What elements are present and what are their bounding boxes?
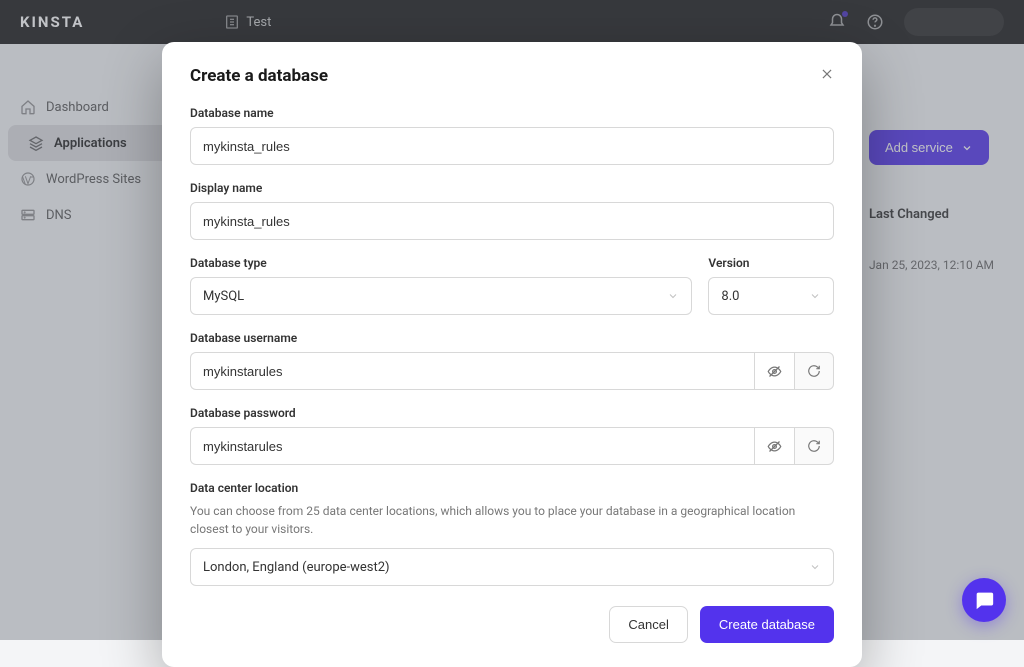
create-database-button[interactable]: Create database — [700, 606, 834, 643]
chat-widget[interactable] — [962, 578, 1006, 622]
db-name-input[interactable] — [190, 127, 834, 165]
sidebar-item-label: Applications — [54, 136, 127, 151]
db-username-label: Database username — [190, 331, 834, 345]
help-icon[interactable] — [866, 13, 884, 31]
version-value: 8.0 — [721, 289, 739, 304]
dns-icon — [20, 207, 36, 223]
refresh-icon — [807, 364, 821, 378]
add-service-label: Add service — [885, 140, 953, 155]
eye-off-icon — [767, 439, 782, 454]
display-name-input[interactable] — [190, 202, 834, 240]
eye-off-icon — [767, 364, 782, 379]
dc-location-select[interactable]: London, England (europe-west2) — [190, 548, 834, 586]
visibility-toggle-button[interactable] — [754, 427, 794, 465]
breadcrumb-company: Test — [246, 15, 271, 30]
db-type-value: MySQL — [203, 289, 244, 304]
chevron-down-icon — [809, 290, 821, 302]
close-icon — [820, 67, 834, 81]
notifications-icon[interactable] — [828, 13, 846, 31]
cancel-button[interactable]: Cancel — [609, 606, 687, 643]
close-button[interactable] — [820, 67, 834, 86]
chevron-down-icon — [961, 142, 973, 154]
column-last-changed: Last Changed — [869, 207, 994, 222]
dc-location-label: Data center location — [190, 481, 834, 495]
breadcrumb[interactable]: Test — [224, 14, 271, 30]
sidebar-item-label: DNS — [46, 208, 72, 223]
dc-location-help: You can choose from 25 data center locat… — [190, 502, 834, 538]
modal-title: Create a database — [190, 66, 328, 86]
version-select[interactable]: 8.0 — [708, 277, 834, 315]
regenerate-button[interactable] — [794, 352, 834, 390]
wordpress-icon — [20, 171, 36, 187]
sidebar-item-label: WordPress Sites — [46, 172, 141, 187]
chat-icon — [973, 589, 995, 611]
sidebar-item-label: Dashboard — [46, 100, 109, 115]
table-cell-date: Jan 25, 2023, 12:10 AM — [869, 258, 994, 272]
refresh-icon — [807, 439, 821, 453]
create-database-modal: Create a database Database name Display … — [162, 42, 862, 667]
logo: KINSTA — [20, 13, 84, 31]
account-menu[interactable] — [904, 8, 1004, 36]
layers-icon — [28, 135, 44, 151]
chevron-down-icon — [667, 290, 679, 302]
regenerate-button[interactable] — [794, 427, 834, 465]
version-label: Version — [708, 256, 834, 270]
db-password-label: Database password — [190, 406, 834, 420]
home-icon — [20, 99, 36, 115]
chevron-down-icon — [809, 561, 821, 573]
db-type-select[interactable]: MySQL — [190, 277, 692, 315]
visibility-toggle-button[interactable] — [754, 352, 794, 390]
add-service-button[interactable]: Add service — [869, 130, 989, 165]
display-name-label: Display name — [190, 181, 834, 195]
db-username-input[interactable] — [190, 352, 754, 390]
db-password-input[interactable] — [190, 427, 754, 465]
db-type-label: Database type — [190, 256, 692, 270]
company-icon — [224, 14, 240, 30]
dc-location-value: London, England (europe-west2) — [203, 560, 390, 575]
db-name-label: Database name — [190, 106, 834, 120]
